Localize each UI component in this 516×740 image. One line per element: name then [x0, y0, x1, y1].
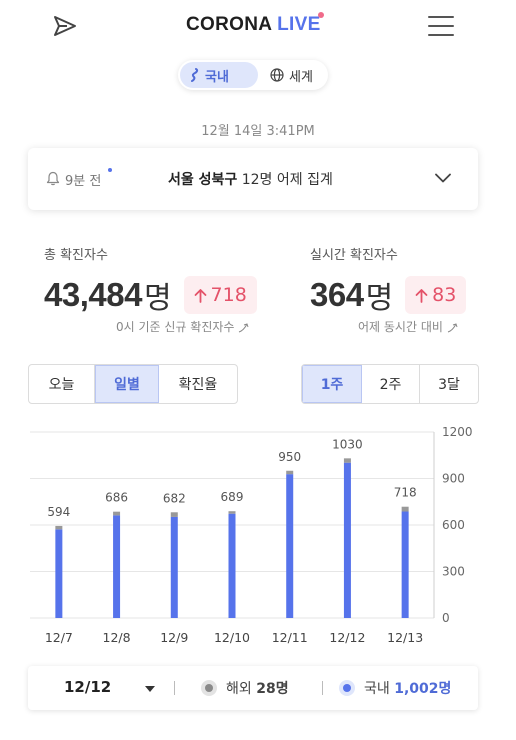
arrow-up-icon: [194, 288, 206, 303]
y-tick-label: 1200: [442, 425, 473, 439]
notice-new-dot: [108, 168, 112, 172]
tab-2-weeks[interactable]: 2주: [362, 365, 420, 403]
total-cases-stat: 총 확진자수 43,484 명 718: [44, 244, 257, 317]
update-timestamp: 12월 14일 3:41PM: [201, 124, 315, 139]
tab-domestic-label: 국내: [205, 69, 229, 85]
x-tick-label: 12/10: [214, 630, 250, 645]
y-tick-label: 900: [442, 472, 465, 486]
x-tick-label: 12/8: [103, 630, 131, 645]
realtime-cases-caption-text: 어제 동시간 대비: [358, 320, 443, 334]
overseas-legend-dot: [201, 680, 217, 696]
y-tick-label: 300: [442, 565, 465, 579]
daily-cases-chart: 0 300 600 900 1200 594 12/7 686 12/8 682 12/9 689 12…: [30, 425, 473, 645]
summary-overseas-value: 28명: [256, 681, 289, 697]
summary-domestic: 국내 1,002명: [364, 678, 451, 698]
korea-map-icon: [191, 68, 199, 82]
range-tabs: 1주 2주 3달: [301, 364, 479, 404]
bar-total-label: 689: [221, 490, 244, 504]
tab-positive-rate[interactable]: 확진율: [159, 365, 237, 403]
view-mode-tabs: 오늘 일별 확진율: [28, 364, 238, 404]
bar-overseas: [113, 511, 121, 516]
realtime-cases-unit: 명: [365, 281, 394, 316]
realtime-cases-value: 364: [310, 276, 364, 313]
realtime-cases-stat: 실시간 확진자수 364 명 83: [310, 244, 467, 317]
logo-notification-dot: [318, 12, 324, 18]
summary-overseas: 해외 28명: [226, 678, 289, 698]
total-cases-caption-text: 0시 기준 신규 확진자수: [116, 320, 235, 334]
total-cases-delta-badge: 718: [183, 276, 257, 314]
bar-total-label: 682: [163, 491, 186, 505]
bar-domestic: [228, 513, 236, 618]
realtime-cases-caption: 어제 동시간 대비: [358, 318, 459, 335]
summary-date[interactable]: 12/12: [64, 678, 111, 696]
logo-accent-text: LIVE: [277, 14, 321, 35]
bar-overseas: [286, 470, 294, 475]
tab-world[interactable]: 세계: [260, 62, 326, 88]
bar-domestic: [55, 529, 63, 618]
notice-text: 12명 어제 집계: [237, 172, 333, 188]
notice-location: 서울 성북구: [168, 172, 238, 188]
summary-overseas-label: 해외: [226, 681, 257, 697]
total-cases-caption: 0시 기준 신규 확진자수: [116, 318, 250, 335]
summary-domestic-label: 국내: [364, 681, 395, 697]
trend-arrow-icon: [447, 322, 458, 332]
caret-down-icon[interactable]: [145, 686, 155, 692]
total-cases-label: 총 확진자수: [44, 248, 108, 263]
bar-total-label: 686: [105, 491, 128, 505]
summary-divider: [174, 681, 175, 695]
logo-main-text: CORONA: [186, 14, 278, 35]
bar-overseas: [401, 506, 409, 512]
bar-overseas: [343, 458, 351, 463]
bar-domestic: [401, 511, 409, 618]
total-cases-unit: 명: [143, 281, 172, 316]
realtime-cases-delta: 83: [432, 284, 457, 306]
tab-world-label: 세계: [289, 69, 313, 85]
send-icon[interactable]: [52, 14, 78, 38]
region-toggle: 국내 세계: [178, 60, 328, 90]
x-tick-label: 12/9: [160, 630, 188, 645]
x-tick-label: 12/7: [45, 630, 73, 645]
latest-notice-card[interactable]: 9분 전 서울 성북구 12명 어제 집계: [28, 148, 478, 210]
top-bar: CORONA LIVE: [0, 0, 516, 52]
x-tick-label: 12/11: [272, 630, 308, 645]
bar-domestic: [113, 515, 121, 618]
notice-time: 9분 전: [65, 174, 102, 189]
summary-domestic-value: 1,002명: [394, 681, 452, 697]
trend-arrow-icon: [239, 322, 249, 332]
tab-daily[interactable]: 일별: [95, 365, 159, 403]
x-tick-label: 12/12: [329, 630, 365, 645]
bar-domestic: [286, 474, 294, 618]
bar-domestic: [343, 462, 351, 618]
tab-today[interactable]: 오늘: [29, 365, 95, 403]
y-tick-label: 600: [442, 518, 465, 532]
x-tick-label: 12/13: [387, 630, 423, 645]
notice-message: 서울 성북구 12명 어제 집계: [168, 169, 333, 189]
chevron-down-icon[interactable]: [435, 173, 451, 183]
bar-total-label: 950: [278, 450, 301, 464]
bar-total-label: 718: [394, 486, 417, 500]
globe-icon: [270, 68, 284, 82]
hamburger-menu-icon[interactable]: [428, 16, 454, 36]
realtime-cases-delta-badge: 83: [405, 276, 467, 314]
bar-overseas: [55, 525, 63, 530]
bar-domestic: [170, 516, 178, 618]
bar-overseas: [170, 512, 178, 517]
selected-day-summary: 12/12 해외 28명 국내 1,002명: [28, 666, 478, 710]
tab-domestic[interactable]: 국내: [180, 62, 258, 88]
total-cases-value: 43,484: [44, 276, 142, 313]
y-tick-label: 0: [442, 611, 450, 625]
total-cases-delta: 718: [210, 284, 247, 306]
bar-overseas: [228, 511, 236, 514]
tab-3-months[interactable]: 3달: [420, 365, 478, 403]
summary-divider: [322, 681, 323, 695]
domestic-legend-dot: [339, 680, 355, 696]
realtime-cases-label: 실시간 확진자수: [310, 248, 398, 263]
bar-total-label: 1030: [332, 437, 363, 451]
bar-total-label: 594: [47, 505, 70, 519]
tab-1-week[interactable]: 1주: [302, 365, 362, 403]
app-logo[interactable]: CORONA LIVE: [186, 14, 321, 36]
bell-icon: [46, 171, 60, 186]
arrow-up-icon: [415, 288, 428, 303]
